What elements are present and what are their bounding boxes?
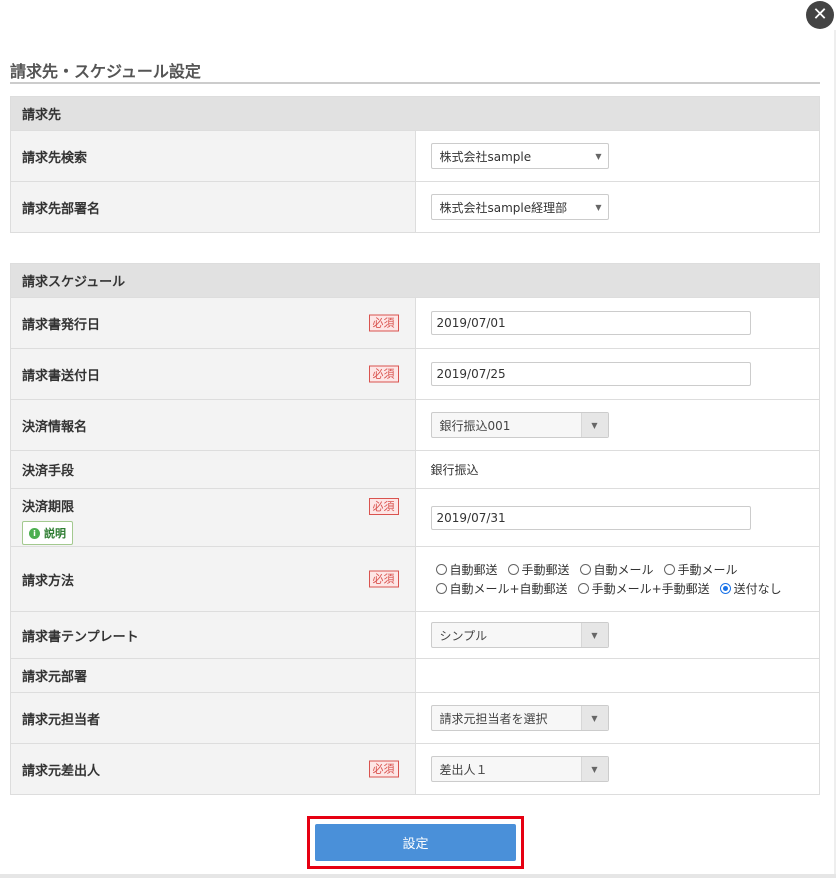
chevron-down-icon: ▼ — [580, 623, 608, 647]
info-icon: i — [29, 527, 40, 539]
radio-label: 自動メール+自動郵送 — [449, 582, 568, 596]
billing-table: 請求先 請求先検索 株式会社sample ▼ 請求先部署名 株式会社sample… — [10, 96, 820, 233]
radio-manual-mail[interactable]: 手動メール — [663, 561, 738, 578]
radio-label: 手動郵送 — [521, 563, 570, 577]
billing-method-label: 請求方法 — [22, 573, 75, 589]
required-badge: 必須 — [368, 570, 399, 588]
radio-circle-icon — [663, 564, 675, 575]
billing-search-select[interactable]: 株式会社sample ▼ — [430, 143, 609, 169]
payment-info-select[interactable]: 銀行振込001 ▼ — [430, 412, 609, 438]
template-value: シンプル — [439, 628, 488, 643]
title-divider — [10, 82, 820, 84]
billing-dept-label: 請求先部署名 — [10, 181, 416, 233]
bottom-divider — [0, 874, 836, 878]
radio-checked-icon — [719, 583, 731, 594]
issue-date-label: 請求書発行日 — [22, 317, 101, 333]
chevron-down-icon: ▼ — [595, 151, 602, 161]
send-date-label: 請求書送付日 — [22, 368, 101, 384]
schedule-section-heading: 請求スケジュール — [10, 263, 820, 298]
modal-title: 請求先・スケジュール設定 — [10, 62, 201, 81]
radio-label: 手動メール+手動郵送 — [591, 582, 710, 596]
issuer-dept-label: 請求元部署 — [10, 658, 416, 693]
billing-section-heading: 請求先 — [10, 96, 820, 131]
help-label: 説明 — [44, 527, 66, 540]
radio-circle-icon — [435, 583, 447, 594]
radio-circle-icon — [577, 583, 589, 594]
schedule-table: 請求スケジュール 請求書発行日 必須 2019/07/01 請求書送付日 必須 … — [10, 263, 820, 795]
close-button[interactable]: ✕ — [806, 1, 834, 29]
submit-highlight: 設定 — [307, 816, 524, 869]
close-icon: ✕ — [812, 4, 828, 25]
issuer-person-select[interactable]: 請求元担当者を選択 ▼ — [430, 705, 609, 731]
radio-no-send[interactable]: 送付なし — [719, 580, 782, 597]
chevron-down-icon: ▼ — [580, 413, 608, 437]
radio-label: 自動郵送 — [449, 563, 498, 577]
submit-button[interactable]: 設定 — [315, 824, 516, 861]
payment-method-label: 決済手段 — [10, 450, 416, 489]
required-badge: 必須 — [368, 314, 399, 332]
chevron-down-icon: ▼ — [580, 706, 608, 730]
radio-auto-post[interactable]: 自動郵送 — [435, 561, 498, 578]
issuer-person-label: 請求元担当者 — [10, 692, 416, 744]
radio-label: 自動メール — [593, 563, 654, 577]
billing-dept-value: 株式会社sample経理部 — [439, 200, 568, 215]
billing-dept-select[interactable]: 株式会社sample経理部 ▼ — [430, 194, 609, 220]
template-select[interactable]: シンプル ▼ — [430, 622, 609, 648]
due-date-label: 決済期限 — [22, 500, 75, 515]
payment-method-value: 銀行振込 — [430, 463, 479, 477]
payment-info-label: 決済情報名 — [10, 399, 416, 451]
template-label: 請求書テンプレート — [10, 611, 416, 659]
radio-manual-post[interactable]: 手動郵送 — [507, 561, 570, 578]
radio-circle-icon — [579, 564, 591, 575]
chevron-down-icon: ▼ — [580, 757, 608, 781]
billing-search-value: 株式会社sample — [439, 149, 532, 164]
radio-auto-mail[interactable]: 自動メール — [579, 561, 654, 578]
radio-circle-icon — [507, 564, 519, 575]
required-badge: 必須 — [368, 760, 399, 778]
issue-date-input[interactable]: 2019/07/01 — [430, 311, 751, 335]
sender-value: 差出人１ — [439, 762, 488, 777]
radio-label: 手動メール — [677, 563, 738, 577]
due-date-input[interactable]: 2019/07/31 — [430, 505, 751, 530]
required-badge: 必須 — [368, 365, 399, 383]
billing-search-label: 請求先検索 — [10, 130, 416, 182]
sender-label: 請求元差出人 — [22, 763, 101, 779]
sender-select[interactable]: 差出人１ ▼ — [430, 756, 609, 782]
chevron-down-icon: ▼ — [595, 202, 602, 212]
radio-label: 送付なし — [733, 582, 782, 596]
due-date-help-button[interactable]: i 説明 — [22, 521, 73, 545]
send-date-input[interactable]: 2019/07/25 — [430, 362, 751, 386]
radio-auto-mail-auto-post[interactable]: 自動メール+自動郵送 — [435, 580, 568, 597]
radio-circle-icon — [435, 564, 447, 575]
issuer-person-value: 請求元担当者を選択 — [439, 711, 548, 726]
payment-info-value: 銀行振込001 — [439, 418, 511, 433]
radio-manual-mail-manual-post[interactable]: 手動メール+手動郵送 — [577, 580, 710, 597]
required-badge: 必須 — [368, 498, 399, 515]
